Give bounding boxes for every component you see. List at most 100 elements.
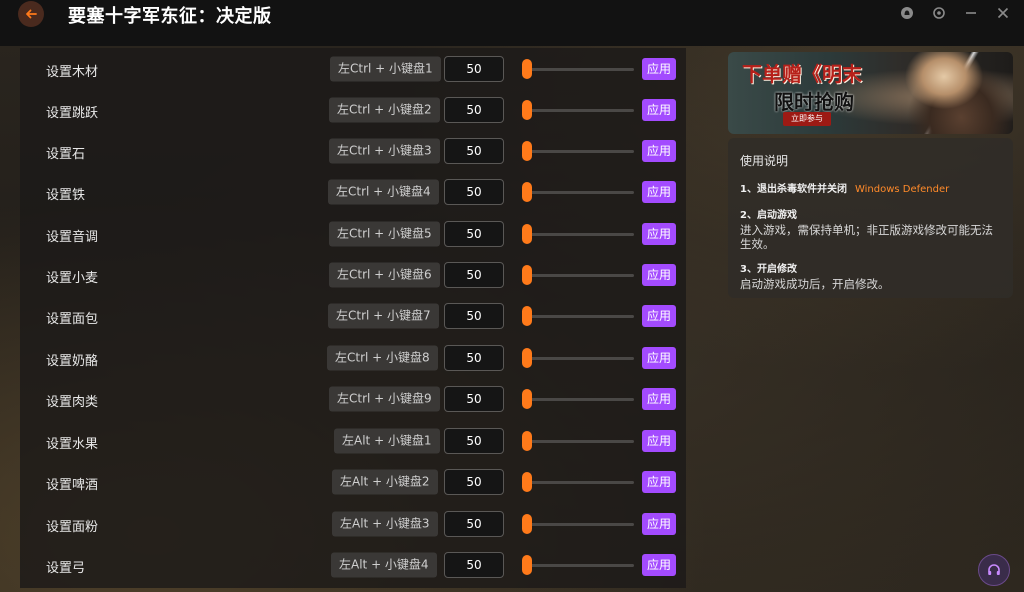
value-slider[interactable] bbox=[522, 99, 634, 120]
value-slider[interactable] bbox=[522, 223, 634, 244]
apply-button[interactable]: 应用 bbox=[642, 387, 676, 410]
close-button[interactable] bbox=[994, 4, 1012, 22]
row-label: 设置铁 bbox=[46, 188, 86, 203]
apply-button[interactable]: 应用 bbox=[642, 222, 676, 245]
banner-cta-button[interactable]: 立即参与 bbox=[783, 112, 831, 126]
slider-knob[interactable] bbox=[522, 554, 532, 575]
value-slider[interactable] bbox=[522, 347, 634, 368]
row-label: 设置水果 bbox=[46, 437, 99, 452]
value-slider[interactable] bbox=[522, 181, 634, 202]
table-row: 设置面包 左Ctrl + 小键盘7 50 应用 bbox=[20, 295, 686, 336]
guide-step-3: 3、开启修改 启动游戏成功后，开启修改。 bbox=[740, 263, 1001, 291]
cheat-list: 设置木材 左Ctrl + 小键盘1 50 应用 设置跳跃 左Ctrl + 小键盘… bbox=[20, 48, 686, 588]
back-button[interactable] bbox=[18, 1, 44, 27]
apply-button[interactable]: 应用 bbox=[642, 57, 676, 80]
table-row: 设置水果 左Alt + 小键盘1 50 应用 bbox=[20, 420, 686, 461]
apply-button[interactable]: 应用 bbox=[642, 263, 676, 286]
hotkey-badge: 左Ctrl + 小键盘2 bbox=[329, 97, 440, 122]
slider-knob[interactable] bbox=[522, 305, 532, 326]
hotkey-badge: 左Ctrl + 小键盘7 bbox=[328, 303, 439, 328]
apply-button[interactable]: 应用 bbox=[642, 139, 676, 162]
settings-button[interactable] bbox=[930, 4, 948, 22]
table-row: 设置肉类 左Ctrl + 小键盘9 50 应用 bbox=[20, 378, 686, 419]
step-description: 进入游戏，需保持单机；非正版游戏修改可能无法生效。 bbox=[740, 223, 993, 251]
table-row: 设置音调 左Ctrl + 小键盘5 50 应用 bbox=[20, 213, 686, 254]
back-arrow-icon bbox=[26, 9, 37, 19]
slider-knob[interactable] bbox=[522, 140, 532, 161]
value-slider[interactable] bbox=[522, 513, 634, 534]
value-input[interactable]: 50 bbox=[444, 344, 504, 371]
value-slider[interactable] bbox=[522, 305, 634, 326]
apply-button[interactable]: 应用 bbox=[642, 98, 676, 121]
row-label: 设置石 bbox=[46, 147, 86, 162]
value-slider[interactable] bbox=[522, 430, 634, 451]
value-slider[interactable] bbox=[522, 554, 634, 575]
step-highlight: Windows Defender bbox=[854, 184, 950, 195]
slider-knob[interactable] bbox=[522, 471, 532, 492]
value-input[interactable]: 50 bbox=[444, 96, 504, 123]
apply-button[interactable]: 应用 bbox=[642, 512, 676, 535]
apply-button[interactable]: 应用 bbox=[642, 553, 676, 576]
value-slider[interactable] bbox=[522, 58, 634, 79]
headset-icon bbox=[988, 564, 1000, 575]
table-row: 设置石 左Ctrl + 小键盘3 50 应用 bbox=[20, 130, 686, 171]
value-slider[interactable] bbox=[522, 264, 634, 285]
hotkey-badge: 左Ctrl + 小键盘1 bbox=[330, 56, 441, 81]
guide-step-2: 2、启动游戏 进入游戏，需保持单机；非正版游戏修改可能无法生效。 bbox=[740, 209, 1001, 251]
value-input[interactable]: 50 bbox=[444, 510, 504, 537]
value-input[interactable]: 50 bbox=[444, 551, 504, 578]
minimize-button[interactable] bbox=[962, 4, 980, 22]
step-description: 启动游戏成功后，开启修改。 bbox=[740, 277, 890, 291]
apply-button[interactable]: 应用 bbox=[642, 304, 676, 327]
value-input[interactable]: 50 bbox=[444, 385, 504, 412]
value-slider[interactable] bbox=[522, 388, 634, 409]
promo-banner[interactable]: 下单赠《明末 限时抢购 立即参与 bbox=[728, 52, 1013, 134]
slider-knob[interactable] bbox=[522, 388, 532, 409]
value-input[interactable]: 50 bbox=[444, 137, 504, 164]
value-input[interactable]: 50 bbox=[444, 468, 504, 495]
apply-button[interactable]: 应用 bbox=[642, 180, 676, 203]
row-label: 设置小麦 bbox=[46, 271, 99, 286]
hotkey-badge: 左Alt + 小键盘2 bbox=[332, 469, 438, 494]
hotkey-badge: 左Ctrl + 小键盘9 bbox=[329, 386, 440, 411]
slider-knob[interactable] bbox=[522, 264, 532, 285]
slider-knob[interactable] bbox=[522, 181, 532, 202]
apply-button[interactable]: 应用 bbox=[642, 346, 676, 369]
table-row: 设置面粉 左Alt + 小键盘3 50 应用 bbox=[20, 503, 686, 544]
guide-step-1: 1、退出杀毒软件并关闭 Windows Defender bbox=[740, 183, 1001, 197]
step-heading: 1、退出杀毒软件并关闭 bbox=[740, 184, 847, 195]
banner-artwork bbox=[898, 52, 1013, 134]
hotkey-badge: 左Alt + 小键盘4 bbox=[331, 552, 437, 577]
support-button[interactable] bbox=[978, 554, 1010, 586]
slider-knob[interactable] bbox=[522, 347, 532, 368]
hotkey-badge: 左Ctrl + 小键盘4 bbox=[328, 179, 439, 204]
slider-knob[interactable] bbox=[522, 99, 532, 120]
row-label: 设置面粉 bbox=[46, 520, 99, 535]
row-label: 设置奶酪 bbox=[46, 354, 99, 369]
hotkey-badge: 左Ctrl + 小键盘8 bbox=[327, 345, 438, 370]
value-input[interactable]: 50 bbox=[444, 178, 504, 205]
hotkey-badge: 左Ctrl + 小键盘5 bbox=[329, 221, 440, 246]
notification-button[interactable] bbox=[898, 4, 916, 22]
apply-button[interactable]: 应用 bbox=[642, 429, 676, 452]
value-input[interactable]: 50 bbox=[444, 220, 504, 247]
table-row: 设置小麦 左Ctrl + 小键盘6 50 应用 bbox=[20, 254, 686, 295]
slider-knob[interactable] bbox=[522, 58, 532, 79]
banner-headline: 下单赠《明末 bbox=[742, 62, 862, 86]
table-row: 设置铁 左Ctrl + 小键盘4 50 应用 bbox=[20, 171, 686, 212]
app-title: 要塞十字军东征：决定版 bbox=[68, 6, 272, 27]
slider-knob[interactable] bbox=[522, 513, 532, 534]
value-slider[interactable] bbox=[522, 140, 634, 161]
table-row: 设置木材 左Ctrl + 小键盘1 50 应用 bbox=[20, 48, 686, 89]
row-label: 设置木材 bbox=[46, 65, 99, 80]
value-slider[interactable] bbox=[522, 471, 634, 492]
value-input[interactable]: 50 bbox=[444, 261, 504, 288]
slider-knob[interactable] bbox=[522, 430, 532, 451]
table-row: 设置弓 左Alt + 小键盘4 50 应用 bbox=[20, 544, 686, 585]
value-input[interactable]: 50 bbox=[444, 427, 504, 454]
value-input[interactable]: 50 bbox=[444, 55, 504, 82]
apply-button[interactable]: 应用 bbox=[642, 470, 676, 493]
value-input[interactable]: 50 bbox=[444, 302, 504, 329]
guide-title: 使用说明 bbox=[740, 154, 789, 168]
slider-knob[interactable] bbox=[522, 223, 532, 244]
